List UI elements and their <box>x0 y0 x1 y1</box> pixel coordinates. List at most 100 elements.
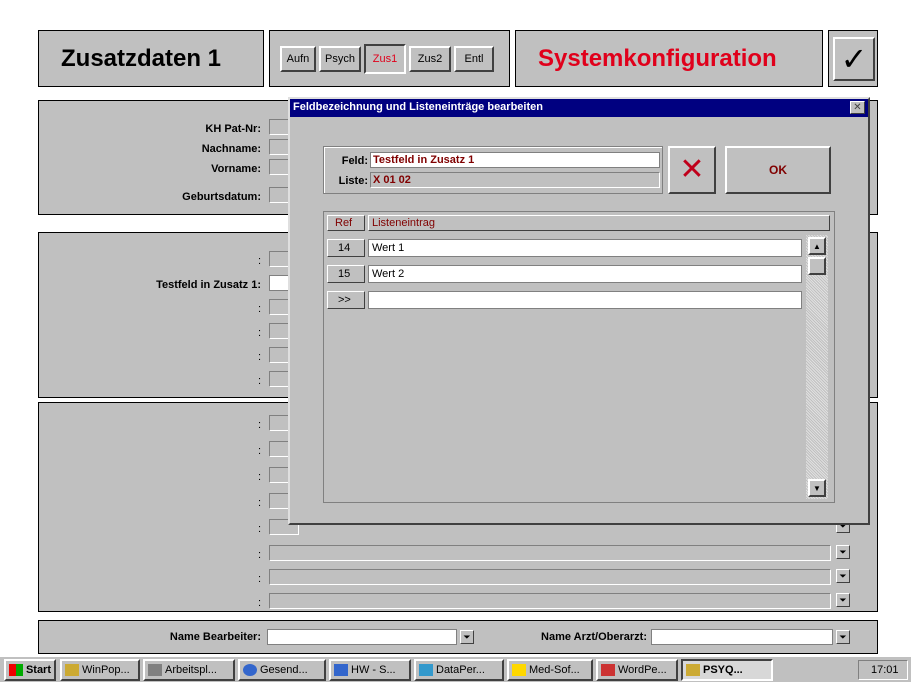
taskbar-item-hw[interactable]: HW - S... <box>329 659 411 681</box>
taskbar-item-winpop[interactable]: WinPop... <box>60 659 140 681</box>
system-box: Systemkonfiguration <box>515 30 823 87</box>
scroll-up-button[interactable]: ▲ <box>808 237 826 255</box>
feld-value: Testfeld in Zusatz 1 <box>373 154 475 166</box>
row-ref-button[interactable]: 14 <box>327 239 365 257</box>
dropdown-icon[interactable]: ⏷ <box>836 593 850 607</box>
app-icon <box>65 664 79 676</box>
tab-psych-label: Psych <box>325 53 355 65</box>
tab-entl[interactable]: Entl <box>454 46 494 72</box>
confirm-button[interactable]: ✓ <box>833 37 875 81</box>
taskbar-item-gesendet[interactable]: Gesend... <box>238 659 326 681</box>
pen-icon <box>601 664 615 676</box>
dropdown-icon[interactable]: ⏷ <box>460 630 474 644</box>
footer-section: Name Bearbeiter: ⏷ Name Arzt/Oberarzt: ⏷ <box>38 620 878 654</box>
testfeld-label: Testfeld in Zusatz 1: <box>156 279 261 291</box>
ok-button[interactable]: OK <box>725 146 831 194</box>
tab-aufn[interactable]: Aufn <box>280 46 316 72</box>
delete-button[interactable]: ✕ <box>668 146 716 194</box>
row-new-input[interactable] <box>368 291 802 309</box>
dropdown-icon[interactable]: ⏷ <box>836 569 850 583</box>
list-scrollbar[interactable]: ▲ ▼ <box>806 235 828 499</box>
dialog-title: Feldbezeichnung und Listeneinträge bearb… <box>293 101 543 113</box>
taskbar-item-label: WordPe... <box>618 664 667 676</box>
kh-label: KH Pat-Nr: <box>205 123 261 135</box>
database-icon <box>419 664 433 676</box>
tab-entl-label: Entl <box>464 53 484 65</box>
system-label: Systemkonfiguration <box>538 45 777 72</box>
taskbar-item-label: HW - S... <box>351 664 396 676</box>
field-label-12: : <box>257 549 261 561</box>
bearbeiter-label: Name Bearbeiter: <box>169 631 261 643</box>
clock: 17:01 <box>858 660 908 680</box>
row-entry-value: Wert 1 <box>372 242 405 254</box>
nachname-label: Nachname: <box>201 143 261 155</box>
field-label-6: : <box>257 375 261 387</box>
liste-value: X 01 02 <box>373 174 411 186</box>
taskbar: Start WinPop... Arbeitspl... Gesend... H… <box>0 656 911 682</box>
dialog-close-button[interactable]: ✕ <box>850 101 865 114</box>
vorname-label: Vorname: <box>211 163 261 175</box>
col-ref-label: Ref <box>335 217 353 229</box>
confirm-box: ✓ <box>828 30 878 87</box>
computer-icon <box>148 664 162 676</box>
taskbar-item-dataper[interactable]: DataPer... <box>414 659 504 681</box>
check-icon: ✓ <box>840 41 868 77</box>
folder-icon <box>512 664 526 676</box>
col-entry-label: Listeneintrag <box>372 217 435 229</box>
zusatz-field-13[interactable] <box>269 569 831 585</box>
arzt-input[interactable] <box>651 629 833 645</box>
feld-input[interactable]: Testfeld in Zusatz 1 <box>370 152 660 168</box>
field-label-11: : <box>257 523 261 535</box>
scroll-thumb[interactable] <box>808 257 826 275</box>
taskbar-item-medsoft[interactable]: Med-Sof... <box>507 659 593 681</box>
row-entry-input[interactable]: Wert 1 <box>368 239 802 257</box>
feld-label: Feld: <box>341 155 368 167</box>
tab-aufn-label: Aufn <box>286 53 310 65</box>
field-label-14: : <box>257 597 261 609</box>
taskbar-item-label: PSYQ... <box>703 664 743 676</box>
field-label-3: : <box>257 303 261 315</box>
row-entry-input[interactable]: Wert 2 <box>368 265 802 283</box>
taskbar-item-psyq[interactable]: PSYQ... <box>681 659 773 681</box>
windows-logo-icon <box>9 664 23 676</box>
field-label-5: : <box>257 351 261 363</box>
taskbar-item-label: DataPer... <box>436 664 485 676</box>
field-label-7: : <box>257 419 261 431</box>
tab-zus2-label: Zus2 <box>417 53 443 65</box>
field-label-13: : <box>257 573 261 585</box>
zusatz-field-12[interactable] <box>269 545 831 561</box>
bearbeiter-input[interactable] <box>267 629 457 645</box>
field-label-1: : <box>257 255 261 267</box>
taskbar-item-arbeitsplatz[interactable]: Arbeitspl... <box>143 659 235 681</box>
liste-label: Liste: <box>338 175 368 187</box>
tab-zus1[interactable]: Zus1 <box>364 44 406 74</box>
field-info-group: Feld: Testfeld in Zusatz 1 Liste: X 01 0… <box>323 146 663 194</box>
dropdown-icon[interactable]: ⏷ <box>836 630 850 644</box>
taskbar-item-label: WinPop... <box>82 664 130 676</box>
taskbar-item-wordperfect[interactable]: WordPe... <box>596 659 678 681</box>
delete-x-icon: ✕ <box>679 153 705 186</box>
taskbar-item-label: Arbeitspl... <box>165 664 217 676</box>
page-title: Zusatzdaten 1 <box>61 45 222 72</box>
dialog-titlebar[interactable]: Feldbezeichnung und Listeneinträge bearb… <box>290 99 868 117</box>
start-label: Start <box>25 664 51 676</box>
arrow-up-icon: ▲ <box>813 241 821 251</box>
network-icon <box>334 664 348 676</box>
zusatz-field-14[interactable] <box>269 593 831 609</box>
start-button[interactable]: Start <box>4 659 56 681</box>
scroll-down-button[interactable]: ▼ <box>808 479 826 497</box>
dropdown-icon[interactable]: ⏷ <box>836 545 850 559</box>
tab-psych[interactable]: Psych <box>319 46 361 72</box>
row-new-button[interactable]: >> <box>327 291 365 309</box>
field-label-9: : <box>257 471 261 483</box>
field-label-10: : <box>257 497 261 509</box>
tab-bar: Aufn Psych Zus1 Zus2 Entl <box>269 30 510 87</box>
col-entry-header[interactable]: Listeneintrag <box>368 215 830 231</box>
tab-zus2[interactable]: Zus2 <box>409 46 451 72</box>
mail-icon <box>243 664 257 676</box>
row-ref-label: 15 <box>338 268 351 280</box>
row-ref-button[interactable]: 15 <box>327 265 365 283</box>
taskbar-item-label: Med-Sof... <box>529 664 580 676</box>
tab-zus1-label: Zus1 <box>372 53 398 65</box>
col-ref-header[interactable]: Ref <box>327 215 365 231</box>
